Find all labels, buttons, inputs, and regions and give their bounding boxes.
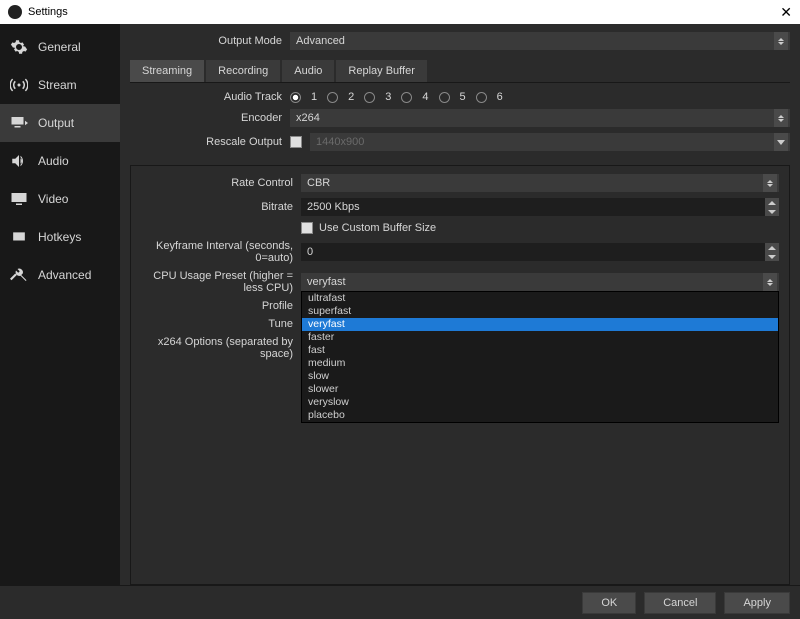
audio-track-5-radio[interactable] bbox=[439, 92, 450, 103]
output-settings-panel: Output Mode Advanced Streaming Recording… bbox=[120, 24, 800, 585]
cpu-preset-option[interactable]: faster bbox=[302, 331, 778, 344]
sidebar-item-label: Advanced bbox=[38, 268, 91, 282]
audio-track-group: 1 2 3 4 5 6 bbox=[290, 91, 503, 103]
rescale-value: 1440x900 bbox=[316, 136, 364, 148]
profile-label: Profile bbox=[141, 300, 301, 312]
sidebar-item-label: Audio bbox=[38, 154, 69, 168]
sidebar-item-general[interactable]: General bbox=[0, 28, 120, 66]
custom-buffer-checkbox[interactable] bbox=[301, 222, 313, 234]
updown-icon bbox=[774, 109, 788, 127]
sidebar-item-advanced[interactable]: Advanced bbox=[0, 256, 120, 294]
tab-streaming[interactable]: Streaming bbox=[130, 60, 204, 82]
cpu-preset-select[interactable]: veryfast ultrafast superfast veryfast fa… bbox=[301, 273, 779, 291]
cancel-button[interactable]: Cancel bbox=[644, 592, 716, 614]
cpu-preset-option[interactable]: medium bbox=[302, 357, 778, 370]
tab-audio[interactable]: Audio bbox=[282, 60, 334, 82]
rate-control-label: Rate Control bbox=[141, 177, 301, 189]
audio-track-3-radio[interactable] bbox=[364, 92, 375, 103]
rate-control-select[interactable]: CBR bbox=[301, 174, 779, 192]
audio-track-2-radio[interactable] bbox=[327, 92, 338, 103]
updown-icon bbox=[763, 273, 777, 291]
chevron-down-icon bbox=[774, 133, 788, 151]
sidebar-item-stream[interactable]: Stream bbox=[0, 66, 120, 104]
gear-icon bbox=[10, 38, 28, 56]
cpu-preset-label: CPU Usage Preset (higher = less CPU) bbox=[141, 270, 301, 294]
custom-buffer-label: Use Custom Buffer Size bbox=[319, 222, 436, 234]
output-tabs: Streaming Recording Audio Replay Buffer bbox=[130, 60, 790, 83]
bitrate-spinner[interactable] bbox=[765, 198, 779, 216]
cpu-preset-option[interactable]: slow bbox=[302, 370, 778, 383]
dialog-footer: OK Cancel Apply bbox=[0, 585, 800, 619]
sidebar-item-output[interactable]: Output bbox=[0, 104, 120, 142]
tab-replay-buffer[interactable]: Replay Buffer bbox=[336, 60, 426, 82]
sidebar-item-label: Video bbox=[38, 192, 68, 206]
rescale-checkbox[interactable] bbox=[290, 136, 302, 148]
cpu-preset-option[interactable]: placebo bbox=[302, 409, 778, 422]
apply-button[interactable]: Apply bbox=[724, 592, 790, 614]
keyframe-label: Keyframe Interval (seconds, 0=auto) bbox=[141, 240, 301, 264]
tools-icon bbox=[10, 266, 28, 284]
output-mode-select[interactable]: Advanced bbox=[290, 32, 790, 50]
sidebar-item-label: General bbox=[38, 40, 81, 54]
output-mode-label: Output Mode bbox=[130, 35, 290, 47]
audio-track-4-radio[interactable] bbox=[401, 92, 412, 103]
encoder-settings-panel: Rate Control CBR Bitrate 2500 Kbps Use C… bbox=[130, 165, 790, 585]
cpu-preset-value: veryfast bbox=[307, 276, 346, 288]
cpu-preset-option[interactable]: superfast bbox=[302, 305, 778, 318]
monitor-icon bbox=[10, 190, 28, 208]
keyframe-value: 0 bbox=[307, 246, 313, 258]
keyframe-input[interactable]: 0 bbox=[301, 243, 779, 261]
bitrate-input[interactable]: 2500 Kbps bbox=[301, 198, 779, 216]
rescale-select[interactable]: 1440x900 bbox=[310, 133, 790, 151]
encoder-value: x264 bbox=[296, 112, 320, 124]
rescale-label: Rescale Output bbox=[130, 136, 290, 148]
cpu-preset-option[interactable]: veryslow bbox=[302, 396, 778, 409]
close-icon[interactable]: ✕ bbox=[780, 4, 792, 21]
keyframe-spinner[interactable] bbox=[765, 243, 779, 261]
tune-label: Tune bbox=[141, 318, 301, 330]
cpu-preset-dropdown-list: ultrafast superfast veryfast faster fast… bbox=[301, 291, 779, 423]
cpu-preset-option[interactable]: ultrafast bbox=[302, 292, 778, 305]
audio-track-label: Audio Track bbox=[130, 91, 290, 103]
x264-options-label: x264 Options (separated by space) bbox=[141, 336, 301, 360]
speaker-icon bbox=[10, 152, 28, 170]
audio-track-6-radio[interactable] bbox=[476, 92, 487, 103]
cpu-preset-option[interactable]: slower bbox=[302, 383, 778, 396]
sidebar-item-label: Hotkeys bbox=[38, 230, 81, 244]
ok-button[interactable]: OK bbox=[582, 592, 636, 614]
sidebar-item-video[interactable]: Video bbox=[0, 180, 120, 218]
cpu-preset-option[interactable]: veryfast bbox=[302, 318, 778, 331]
broadcast-icon bbox=[10, 76, 28, 94]
bitrate-label: Bitrate bbox=[141, 201, 301, 213]
output-mode-value: Advanced bbox=[296, 35, 345, 47]
app-icon bbox=[8, 5, 22, 19]
sidebar-item-hotkeys[interactable]: Hotkeys bbox=[0, 218, 120, 256]
encoder-select[interactable]: x264 bbox=[290, 109, 790, 127]
updown-icon bbox=[763, 174, 777, 192]
keyboard-icon bbox=[10, 228, 28, 246]
tab-recording[interactable]: Recording bbox=[206, 60, 280, 82]
bitrate-value: 2500 Kbps bbox=[307, 201, 360, 213]
cpu-preset-option[interactable]: fast bbox=[302, 344, 778, 357]
updown-icon bbox=[774, 32, 788, 50]
monitor-out-icon bbox=[10, 114, 28, 132]
sidebar-item-label: Output bbox=[38, 116, 74, 130]
sidebar-item-label: Stream bbox=[38, 78, 77, 92]
rate-control-value: CBR bbox=[307, 177, 330, 189]
sidebar-item-audio[interactable]: Audio bbox=[0, 142, 120, 180]
settings-sidebar: General Stream Output Audio Video Hotkey… bbox=[0, 24, 120, 585]
window-title: Settings bbox=[28, 6, 68, 18]
audio-track-1-radio[interactable] bbox=[290, 92, 301, 103]
encoder-label: Encoder bbox=[130, 112, 290, 124]
window-titlebar: Settings ✕ bbox=[0, 0, 800, 24]
